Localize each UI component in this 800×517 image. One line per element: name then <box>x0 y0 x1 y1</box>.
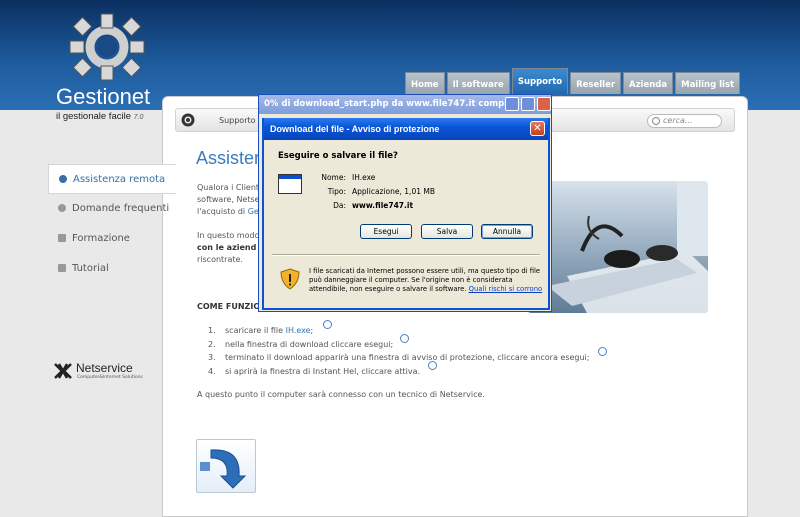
sidebar-item-tutorial[interactable]: Tutorial <box>48 254 176 284</box>
section-heading: COME FUNZION <box>197 302 267 311</box>
question-icon <box>58 204 66 212</box>
risks-link[interactable]: Quali rischi si corrono <box>469 285 543 293</box>
step-text: si aprirà la finestra di Instant Hel, cl… <box>225 366 421 376</box>
step-text: nella finestra di download cliccare eseg… <box>225 339 394 349</box>
step-number: 2. <box>208 339 216 349</box>
close-button[interactable]: ✕ <box>530 121 545 136</box>
run-button[interactable]: Esegui <box>360 224 412 239</box>
list-item: 4. si aprirà la finestra di Instant Hel, … <box>208 360 589 379</box>
brand-version: 7.0 <box>133 114 144 121</box>
step-text: scaricare il file <box>225 326 286 335</box>
security-warning-dialog: Download del file - Avviso di protezione… <box>262 118 550 310</box>
cancel-button[interactable]: Annulla <box>481 224 533 239</box>
file-type: Applicazione, 1,01 MB <box>352 187 435 196</box>
gear-logo-icon <box>69 13 145 81</box>
sidebar-item-assistenza-remota[interactable]: Assistenza remota <box>48 164 176 194</box>
bullet-icon <box>59 175 67 183</box>
zoom-icon[interactable] <box>400 333 409 343</box>
netservice-logo-icon <box>54 363 72 379</box>
name-label: Nome: <box>321 173 346 182</box>
sidebar-item-formazione[interactable]: Formazione <box>48 224 176 254</box>
partner-sub: Computer&Internet Solutions <box>77 375 143 380</box>
file-source: www.file747.it <box>352 201 414 210</box>
hero-image <box>527 181 708 313</box>
download-arrow-icon <box>200 449 247 489</box>
breadcrumb[interactable]: Supporto <box>219 116 256 125</box>
sidebar: Assistenza remota Domande frequenti Form… <box>48 164 176 284</box>
list-item: 2. nella finestra di download cliccare es… <box>208 333 589 352</box>
closing-text: A questo punto il computer sarà connesso… <box>197 390 485 399</box>
laptop-headset-illustration <box>547 181 708 313</box>
brand-tagline: il gestionale facile 7.0 <box>56 111 143 122</box>
tagline-text: il gestionale facile <box>56 111 131 122</box>
tab-mailing-list[interactable]: Mailing list <box>675 72 741 94</box>
file-name: IH.exe <box>352 173 376 182</box>
search-icon <box>652 117 660 125</box>
minimize-button[interactable] <box>505 97 519 111</box>
step-text: terminato il download apparirà una fines… <box>225 353 590 362</box>
step-number: 1. <box>208 326 216 335</box>
type-label: Tipo: <box>327 187 346 196</box>
dialog-question: Eseguire o salvare il file? <box>278 151 398 161</box>
zoom-icon[interactable] <box>428 360 437 370</box>
dialog-divider <box>272 254 540 256</box>
download-button[interactable] <box>196 439 256 493</box>
tab-reseller[interactable]: Reseller <box>570 72 622 94</box>
page-title: Assister <box>196 148 261 168</box>
brand-name[interactable]: Gestionet <box>56 84 150 110</box>
bold-text: con le aziend <box>197 243 257 252</box>
step-text: ; <box>310 326 314 335</box>
ih-exe-link[interactable]: IH.exe <box>286 326 311 335</box>
sidebar-item-label: Formazione <box>72 233 130 244</box>
sidebar-item-label: Assistenza remota <box>73 174 166 185</box>
close-button[interactable] <box>537 97 551 111</box>
from-label: Da: <box>333 201 346 210</box>
zoom-icon[interactable] <box>598 347 607 356</box>
step-number: 3. <box>208 353 216 362</box>
text-span: l'acquisto di <box>197 207 248 216</box>
zoom-icon[interactable] <box>323 320 332 329</box>
partner-name[interactable]: Netservice <box>76 361 133 375</box>
main-nav: Home Il software Supporto Reseller Azien… <box>405 68 741 94</box>
warning-text: I file scaricati da Internet possono ess… <box>309 267 544 294</box>
gear-icon <box>181 113 195 127</box>
steps-list: 1. scaricare il file IH.exe; 2. nella fine… <box>208 320 607 379</box>
sidebar-item-domande-frequenti[interactable]: Domande frequenti <box>48 194 176 224</box>
step-number: 4. <box>208 366 216 376</box>
tab-supporto[interactable]: Supporto <box>511 68 569 94</box>
monitor-icon <box>58 264 66 272</box>
save-button[interactable]: Salva <box>421 224 473 239</box>
application-file-icon <box>278 174 302 194</box>
warning-shield-icon <box>280 268 300 290</box>
sidebar-item-label: Tutorial <box>72 263 109 274</box>
sidebar-item-label: Domande frequenti <box>72 203 170 214</box>
dialog-title[interactable]: Download del file - Avviso di protezione <box>264 118 548 140</box>
tab-home[interactable]: Home <box>405 72 445 94</box>
book-icon <box>58 234 66 242</box>
tab-azienda[interactable]: Azienda <box>623 72 674 94</box>
list-item: 3. terminato il download apparirà una fin… <box>208 347 607 365</box>
maximize-button[interactable] <box>521 97 535 111</box>
list-item: 1. scaricare il file IH.exe; <box>208 320 589 338</box>
tab-il-software[interactable]: Il software <box>446 72 510 94</box>
